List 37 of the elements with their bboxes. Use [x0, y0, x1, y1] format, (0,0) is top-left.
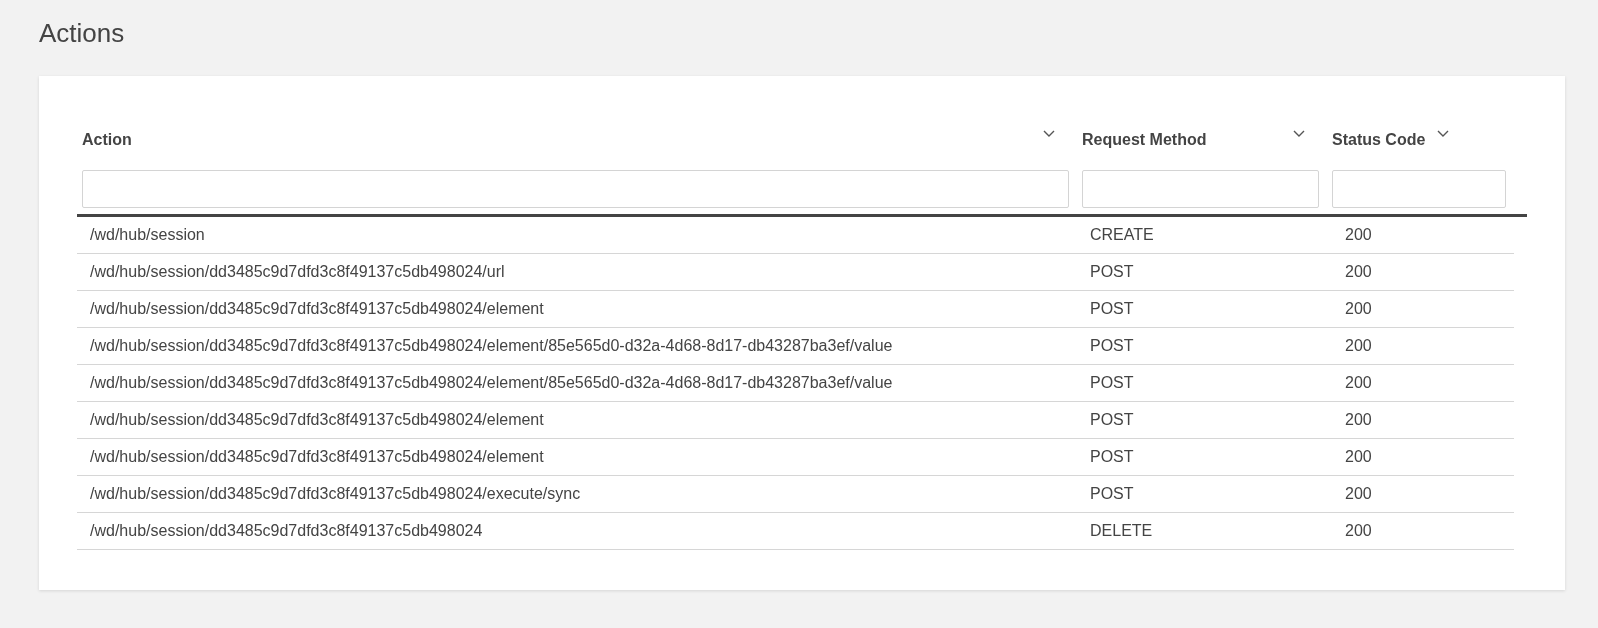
table-cell: POST [1077, 402, 1327, 439]
table-cell: /wd/hub/session/dd3485c9d7dfd3c8f49137c5db498024 [77, 513, 1077, 550]
filter-field[interactable] [1082, 170, 1319, 208]
table-cell: 200 [1327, 254, 1514, 291]
table-cell: POST [1077, 365, 1327, 402]
table-cell: POST [1077, 328, 1327, 365]
column-header[interactable]: Request Method [1082, 130, 1207, 150]
table-cell: /wd/hub/session/dd3485c9d7dfd3c8f49137c5db498024/execute/sync [77, 476, 1077, 513]
filter-field[interactable] [82, 170, 1069, 208]
chevron-down-icon[interactable] [1437, 130, 1450, 138]
table-cell: 200 [1327, 439, 1514, 476]
table-cell: 200 [1327, 328, 1514, 365]
table-cell: /wd/hub/session/dd3485c9d7dfd3c8f49137c5db498024/element [77, 439, 1077, 476]
column-header[interactable]: Status Code [1332, 130, 1426, 150]
filter-field[interactable] [1332, 170, 1506, 208]
chevron-down-icon[interactable] [1043, 130, 1055, 138]
table-cell: POST [1077, 439, 1327, 476]
table-cell: /wd/hub/session/dd3485c9d7dfd3c8f49137c5db498024/element/85e565d0-d32a-4d68-8d17-db43287ba3ef/value [77, 365, 1077, 402]
chevron-down-icon[interactable] [1293, 130, 1305, 138]
table-cell: 200 [1327, 513, 1514, 550]
table-cell: 200 [1327, 476, 1514, 513]
table-cell: /wd/hub/session/dd3485c9d7dfd3c8f49137c5db498024/url [77, 254, 1077, 291]
table-cell: /wd/hub/session [77, 217, 1077, 254]
table-cell: /wd/hub/session/dd3485c9d7dfd3c8f49137c5db498024/element/85e565d0-d32a-4d68-8d17-db43287ba3ef/value [77, 328, 1077, 365]
table-cell: DELETE [1077, 513, 1327, 550]
table-cell: POST [1077, 476, 1327, 513]
table-cell: POST [1077, 254, 1327, 291]
table-cell: POST [1077, 291, 1327, 328]
page-title: Actions [38, 17, 126, 49]
column-header[interactable]: Action [82, 130, 132, 150]
table-cell: CREATE [1077, 217, 1327, 254]
table-cell: /wd/hub/session/dd3485c9d7dfd3c8f49137c5db498024/element [77, 402, 1077, 439]
table-cell: 200 [1327, 217, 1514, 254]
table-cell: 200 [1327, 291, 1514, 328]
table-cell: /wd/hub/session/dd3485c9d7dfd3c8f49137c5db498024/element [77, 291, 1077, 328]
table-cell: 200 [1327, 402, 1514, 439]
table-cell: 200 [1327, 365, 1514, 402]
